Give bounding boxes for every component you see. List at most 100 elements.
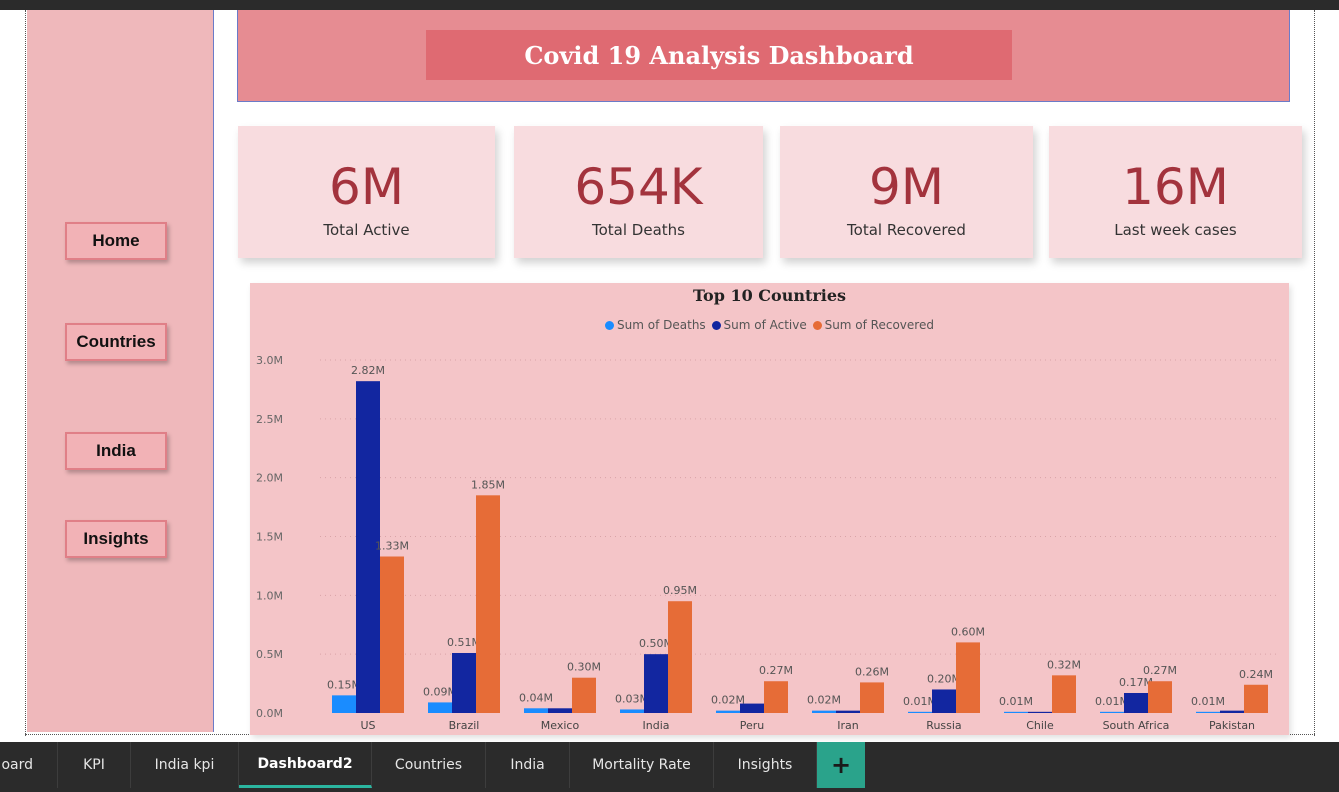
- tab-countries[interactable]: Countries: [372, 742, 486, 788]
- add-page-button[interactable]: +: [817, 742, 865, 788]
- bar-sum-of-deaths: [908, 711, 932, 713]
- x-tick-label: Mexico: [541, 719, 580, 732]
- x-tick-label: Russia: [926, 719, 961, 732]
- data-label: 0.02M: [711, 694, 745, 707]
- header-banner: Covid 19 Analysis Dashboard: [237, 10, 1290, 102]
- x-tick-label: Iran: [837, 719, 859, 732]
- report-canvas: Home Countries India Insights Covid 19 A…: [0, 10, 1339, 742]
- data-label: 0.27M: [1143, 664, 1177, 677]
- tab-dashboard[interactable]: oard: [0, 742, 58, 788]
- legend-swatch: [812, 321, 822, 330]
- data-label: 0.50M: [639, 637, 673, 650]
- bar-sum-of-recovered: [668, 601, 692, 713]
- bar-sum-of-deaths: [1100, 711, 1124, 713]
- y-tick-label: 3.0M: [256, 354, 283, 367]
- data-label: 0.20M: [927, 672, 961, 685]
- data-label: 0.32M: [1047, 658, 1081, 671]
- data-label: 1.33M: [375, 540, 409, 553]
- bar-sum-of-recovered: [572, 677, 596, 713]
- data-label: 0.01M: [903, 695, 937, 708]
- tab-india-kpi[interactable]: India kpi: [131, 742, 239, 788]
- kpi-card-total-active: 6M Total Active: [238, 126, 495, 258]
- bar-sum-of-active: [1028, 711, 1052, 713]
- kpi-value: 6M: [329, 158, 404, 216]
- top-strip: [0, 0, 1339, 10]
- chart-plot-area: 0.0M 0.5M 1.0M 1.5M 2.0M 2.5M 3.0M 0.15M 2.82M 1.…: [256, 354, 1280, 732]
- page-title: Covid 19 Analysis Dashboard: [524, 40, 914, 70]
- kpi-value: 16M: [1122, 158, 1229, 216]
- kpi-card-last-week-cases: 16M Last week cases: [1049, 126, 1302, 258]
- data-label: 0.09M: [423, 685, 457, 698]
- page-tab-bar: oard KPI India kpi Dashboard2 Countries …: [0, 742, 1339, 792]
- data-label: 0.30M: [567, 661, 601, 674]
- data-label: 0.01M: [1095, 695, 1129, 708]
- kpi-card-total-recovered: 9M Total Recovered: [780, 126, 1033, 258]
- data-label: 0.95M: [663, 584, 697, 597]
- data-label: 0.60M: [951, 625, 985, 638]
- data-label: 0.17M: [1119, 676, 1153, 689]
- bar-sum-of-active: [1124, 692, 1148, 713]
- bar-sum-of-active: [1220, 710, 1244, 713]
- x-tick-label: US: [360, 719, 375, 732]
- tab-mortality-rate[interactable]: Mortality Rate: [570, 742, 714, 788]
- bar-sum-of-recovered: [860, 682, 884, 713]
- bar-sum-of-recovered: [956, 642, 980, 713]
- nav-home-button[interactable]: Home: [65, 222, 167, 260]
- bar-sum-of-active: [548, 708, 572, 713]
- tab-insights[interactable]: Insights: [714, 742, 817, 788]
- legend-item-recovered[interactable]: Sum of Recovered: [812, 318, 934, 332]
- legend-label: Sum of Recovered: [824, 318, 934, 332]
- data-label: 1.85M: [471, 478, 505, 491]
- kpi-label: Last week cases: [1114, 221, 1237, 239]
- bar-sum-of-active: [836, 710, 860, 713]
- data-label: 0.15M: [327, 678, 361, 691]
- y-tick-label: 0.0M: [256, 707, 283, 720]
- x-tick-label: Chile: [1026, 719, 1054, 732]
- x-tick-label: South Africa: [1103, 719, 1170, 732]
- kpi-label: Total Active: [323, 221, 410, 239]
- x-tick-label: Peru: [740, 719, 765, 732]
- x-tick-label: India: [643, 719, 670, 732]
- canvas-border: [25, 10, 26, 736]
- legend-swatch: [605, 321, 615, 330]
- data-label: 0.51M: [447, 636, 481, 649]
- top-countries-chart: 0.0M 0.5M 1.0M 1.5M 2.0M 2.5M 3.0M 0.15M 2.82M 1.…: [250, 283, 1289, 735]
- legend-item-deaths[interactable]: Sum of Deaths: [605, 318, 706, 332]
- data-label: 0.01M: [999, 695, 1033, 708]
- nav-insights-button[interactable]: Insights: [65, 520, 167, 558]
- legend-label: Sum of Active: [723, 318, 807, 332]
- y-tick-label: 1.5M: [256, 531, 283, 544]
- tab-india[interactable]: India: [486, 742, 570, 788]
- data-label: 0.01M: [1191, 695, 1225, 708]
- bar-sum-of-active: [644, 654, 668, 713]
- bar-sum-of-active: [452, 652, 476, 713]
- bar-sum-of-recovered: [1244, 684, 1268, 713]
- bar-sum-of-deaths: [332, 695, 356, 713]
- kpi-value: 654K: [574, 158, 703, 216]
- canvas-border: [1314, 10, 1315, 736]
- legend-swatch: [711, 321, 721, 330]
- tab-kpi[interactable]: KPI: [58, 742, 131, 788]
- bar-sum-of-recovered: [1052, 675, 1076, 713]
- data-label: 0.24M: [1239, 668, 1273, 681]
- tab-dashboard2[interactable]: Dashboard2: [239, 742, 372, 788]
- nav-india-button[interactable]: India: [65, 432, 167, 470]
- chart-title: Top 10 Countries: [692, 286, 847, 305]
- x-tick-label: Pakistan: [1209, 719, 1255, 732]
- bar-sum-of-deaths: [1004, 711, 1028, 713]
- y-tick-label: 0.5M: [256, 648, 283, 661]
- data-label: 0.02M: [807, 694, 841, 707]
- kpi-label: Total Recovered: [847, 221, 966, 239]
- data-label: 2.82M: [351, 364, 385, 377]
- plus-icon: +: [830, 751, 852, 779]
- nav-countries-button[interactable]: Countries: [65, 323, 167, 361]
- y-tick-label: 1.0M: [256, 589, 283, 602]
- legend-item-active[interactable]: Sum of Active: [711, 318, 807, 332]
- kpi-card-total-deaths: 654K Total Deaths: [514, 126, 763, 258]
- data-label: 0.27M: [759, 664, 793, 677]
- title-box: Covid 19 Analysis Dashboard: [426, 30, 1012, 80]
- bar-sum-of-deaths: [716, 710, 740, 713]
- bar-sum-of-deaths: [524, 708, 548, 713]
- bar-sum-of-deaths: [1196, 711, 1220, 713]
- kpi-label: Total Deaths: [592, 221, 685, 239]
